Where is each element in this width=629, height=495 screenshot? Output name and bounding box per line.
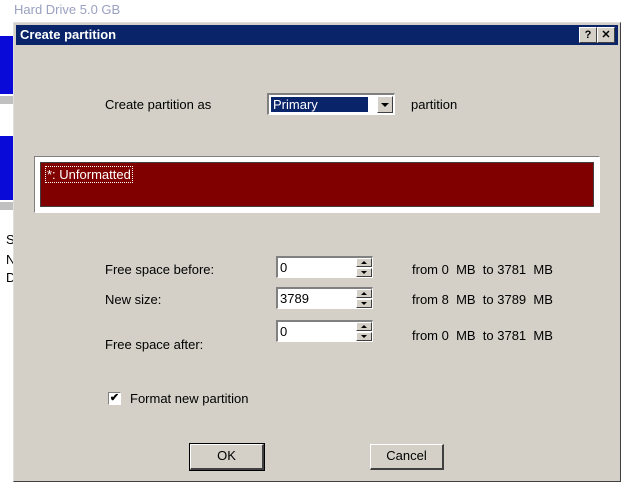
create-as-label: Create partition as — [105, 97, 212, 112]
spin-up-icon[interactable] — [356, 258, 372, 267]
cancel-button[interactable]: Cancel — [370, 444, 444, 470]
new-size-value[interactable]: 3789 — [280, 291, 309, 306]
dialog-title: Create partition — [20, 27, 117, 42]
spin-down-icon[interactable] — [356, 268, 372, 277]
free-space-before-range: from 0 MB to 3781 MB — [412, 262, 553, 277]
format-partition-checkbox[interactable]: ✔ — [108, 392, 121, 405]
format-partition-label[interactable]: Format new partition — [130, 391, 249, 406]
partition-suffix-label: partition — [411, 97, 458, 112]
spin-down-icon[interactable] — [356, 299, 372, 308]
free-space-after-value[interactable]: 0 — [280, 324, 287, 339]
dialog-titlebar[interactable]: Create partition ? ✕ — [16, 25, 618, 45]
free-space-after-spinner[interactable]: 0 — [276, 320, 373, 342]
partition-block-label: *: Unformatted — [45, 166, 133, 183]
help-button[interactable]: ? — [579, 27, 597, 43]
background-divider — [0, 96, 14, 104]
free-space-before-value[interactable]: 0 — [280, 260, 287, 275]
background-divider — [0, 202, 14, 210]
free-space-before-spinner[interactable]: 0 — [276, 256, 373, 278]
spin-up-icon[interactable] — [356, 322, 372, 331]
spin-down-icon[interactable] — [356, 332, 372, 341]
partition-type-value: Primary — [271, 97, 368, 112]
partition-block[interactable]: *: Unformatted — [40, 162, 594, 207]
background-selection-bar — [0, 36, 14, 94]
partition-map: *: Unformatted — [34, 156, 600, 213]
free-space-after-range: from 0 MB to 3781 MB — [412, 328, 553, 343]
background-window-title: Hard Drive 5.0 GB — [14, 2, 121, 17]
partition-type-select[interactable]: Primary — [267, 93, 395, 115]
spin-up-icon[interactable] — [356, 289, 372, 298]
free-space-before-label: Free space before: — [105, 262, 215, 277]
close-button[interactable]: ✕ — [597, 27, 615, 43]
new-size-range: from 8 MB to 3789 MB — [412, 292, 553, 307]
ok-button[interactable]: OK — [189, 443, 265, 471]
create-partition-dialog: Create partition ? ✕ Create partition as… — [13, 22, 621, 482]
new-size-spinner[interactable]: 3789 — [276, 287, 373, 309]
background-selection-bar — [0, 136, 14, 200]
new-size-label: New size: — [105, 292, 162, 307]
chevron-down-icon[interactable] — [377, 96, 393, 113]
free-space-after-label: Free space after: — [105, 337, 204, 352]
